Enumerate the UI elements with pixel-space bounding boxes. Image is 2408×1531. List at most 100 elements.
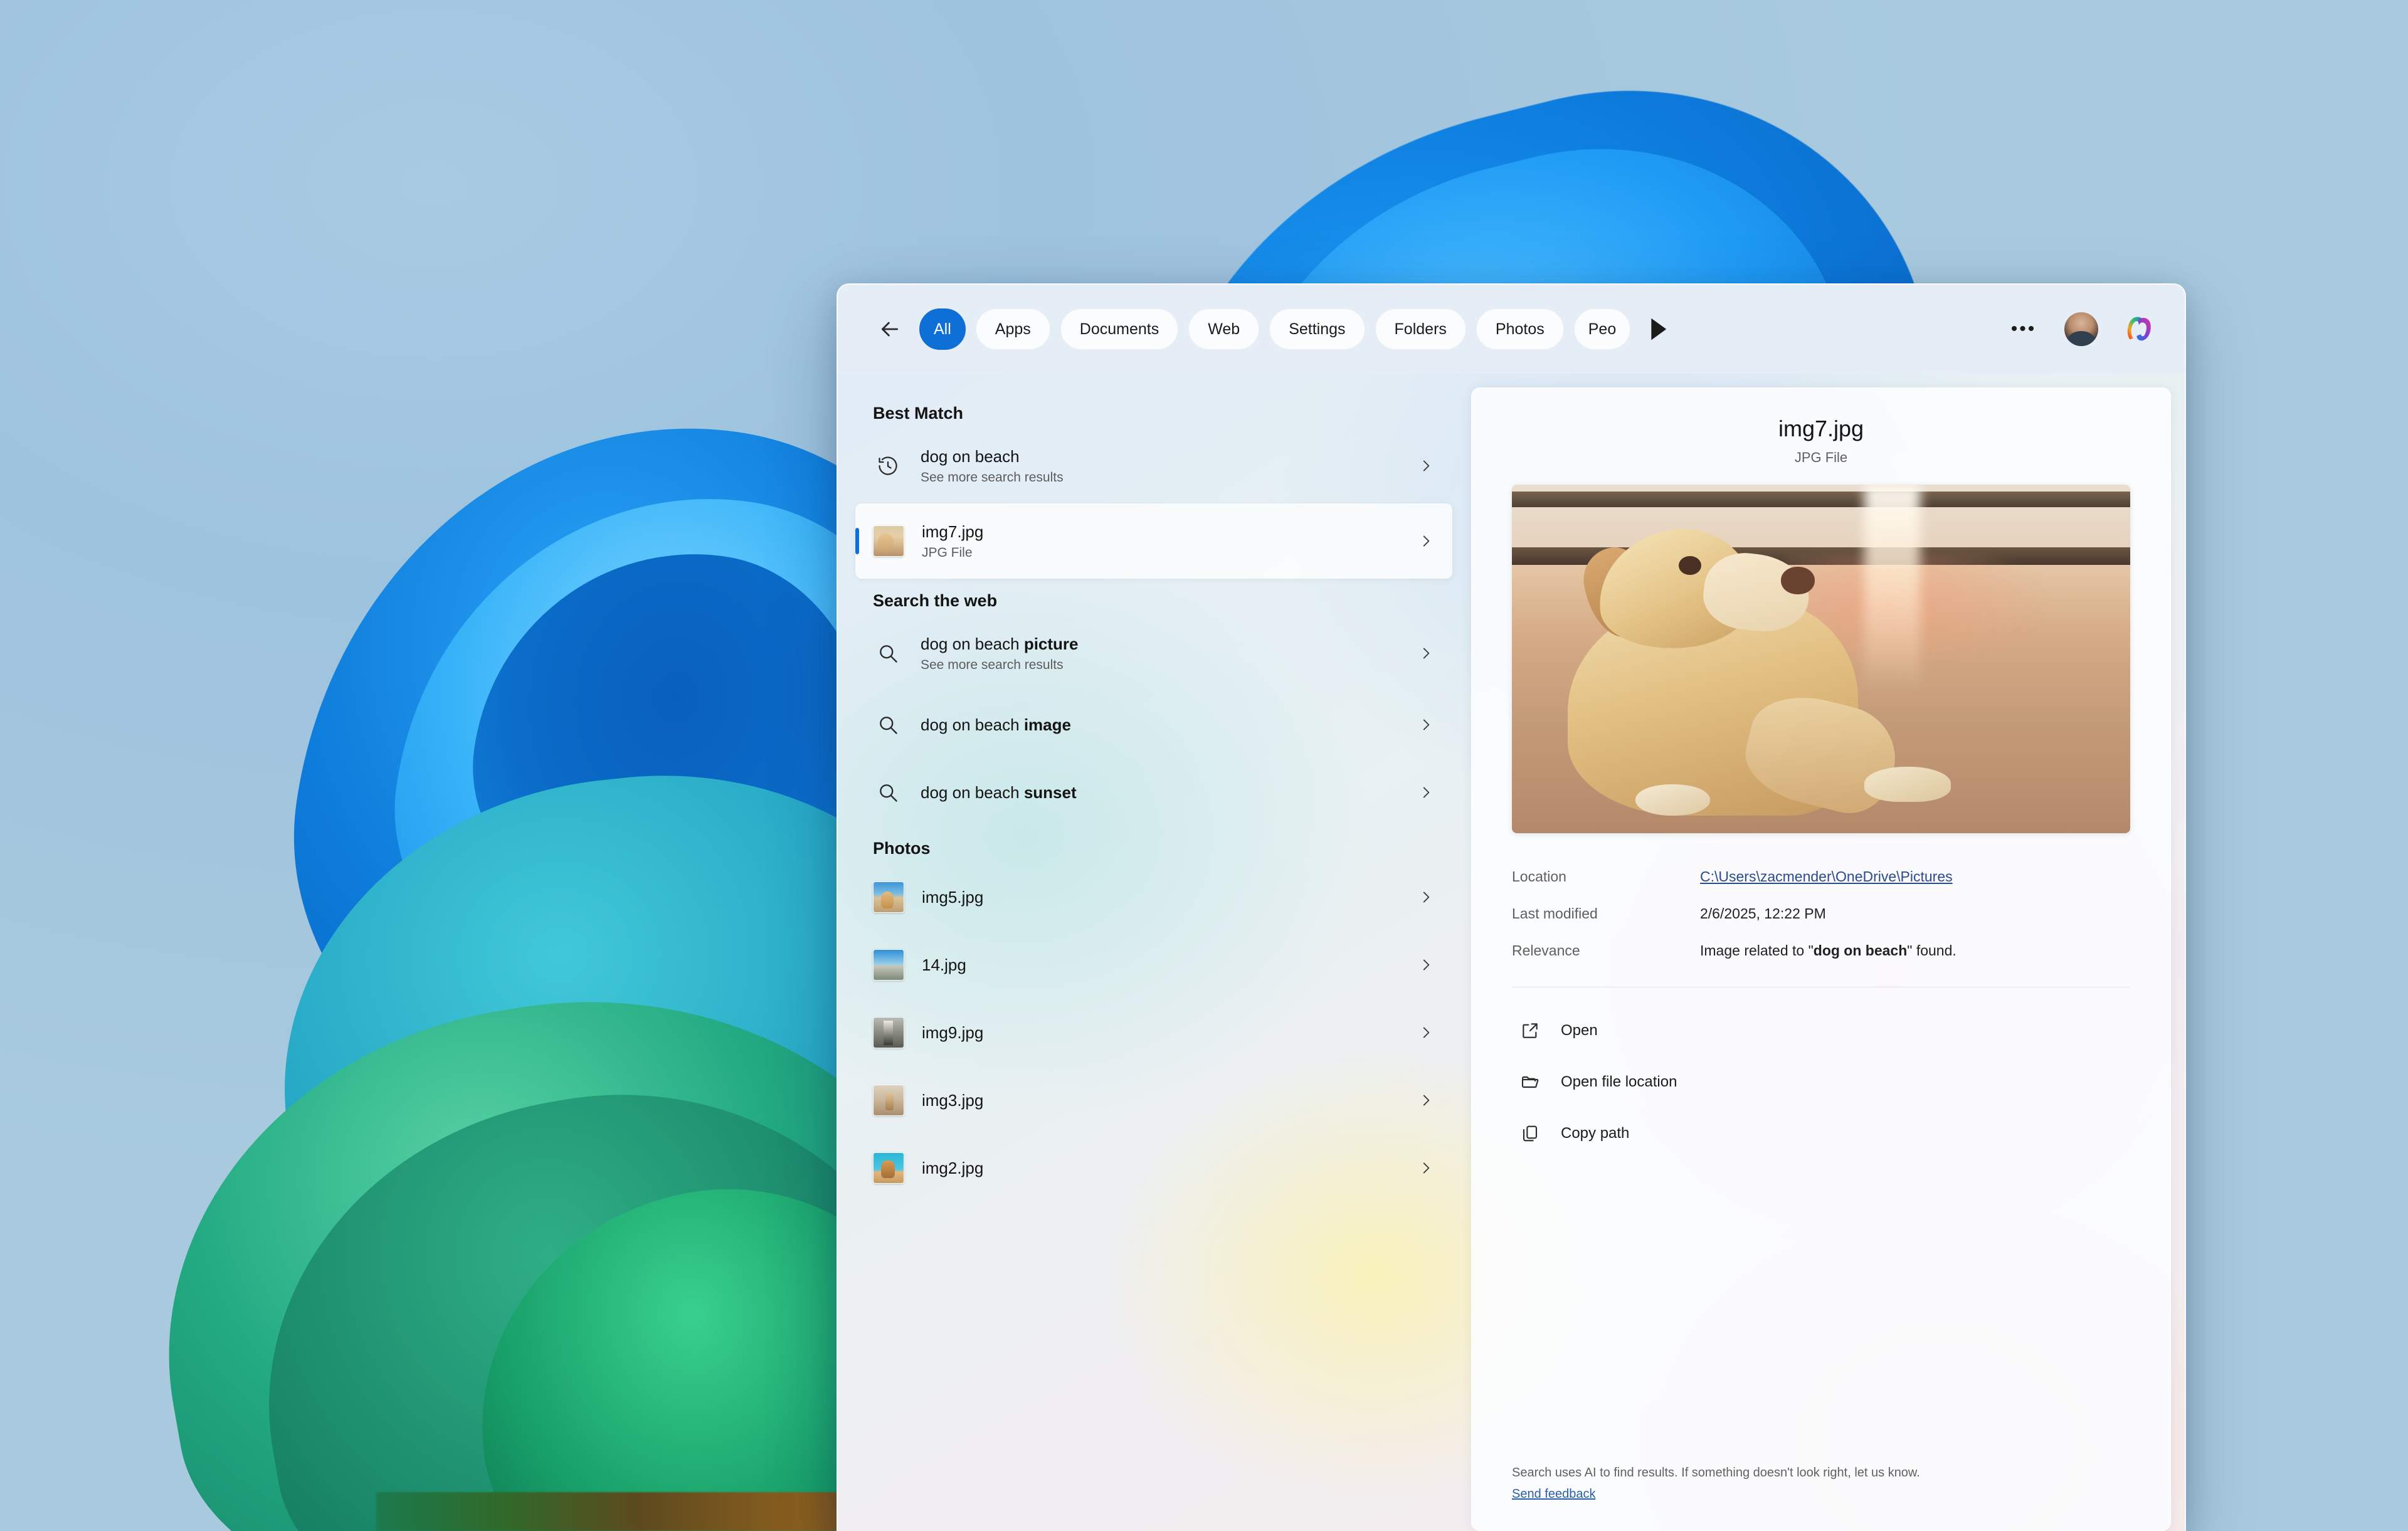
meta-label: Relevance (1512, 942, 1580, 959)
file-metadata: Location C:\Users\zacmender\OneDrive\Pic… (1512, 858, 2130, 969)
result-text: img9.jpg (922, 1023, 1413, 1043)
result-title: img9.jpg (922, 1023, 984, 1042)
photo-thumbnail (873, 525, 904, 557)
tab-documents[interactable]: Documents (1060, 308, 1179, 350)
meta-label: Last modified (1512, 905, 1598, 922)
open-button[interactable]: Open (1512, 1005, 2130, 1056)
photo-thumbnail (873, 1085, 904, 1116)
photo-thumbnail (873, 881, 904, 913)
result-title: img5.jpg (922, 887, 984, 907)
copilot-icon[interactable] (2121, 311, 2157, 347)
action-label: Open (1561, 1022, 1598, 1039)
result-row-14[interactable]: 14.jpg (855, 931, 1452, 999)
search-window: All Apps Documents Web Settings Folders … (837, 283, 2186, 1531)
result-row-img5[interactable]: img5.jpg (855, 863, 1452, 931)
preview-image (1512, 485, 2130, 833)
result-text: img7.jpg JPG File (922, 522, 1413, 560)
action-label: Copy path (1561, 1125, 1630, 1142)
open-external-icon (1516, 1021, 1545, 1041)
avatar[interactable] (2064, 312, 2098, 346)
tab-web[interactable]: Web (1188, 308, 1260, 350)
result-row-history-dog-on-beach[interactable]: dog on beach See more search results (855, 428, 1452, 503)
section-title-search-the-web: Search the web (873, 591, 998, 610)
tab-folders[interactable]: Folders (1375, 308, 1466, 350)
result-title: dog on beach (921, 447, 1020, 466)
preview-filetype: JPG File (1794, 450, 1848, 465)
copy-path-button[interactable]: Copy path (1512, 1108, 2130, 1159)
triangle-right-icon (1651, 318, 1667, 340)
result-subtitle: JPG File (922, 545, 973, 560)
result-text: img2.jpg (922, 1158, 1413, 1179)
photo-thumbnail (873, 1152, 904, 1184)
chevron-right-icon[interactable] (1413, 533, 1439, 549)
meta-value: Image related to "dog on beach" found. (1700, 942, 1956, 959)
ai-disclaimer-text: Search uses AI to find results. If somet… (1512, 1466, 1920, 1480)
desktop-wallpaper: All Apps Documents Web Settings Folders … (0, 0, 2408, 1531)
copy-icon (1516, 1123, 1545, 1144)
result-text: dog on beach picture See more search res… (921, 634, 1413, 673)
folder-open-icon (1516, 1072, 1545, 1092)
tab-people[interactable]: Peo (1573, 308, 1631, 350)
more-options-button[interactable]: ••• (2004, 310, 2043, 349)
result-title: img2.jpg (922, 1158, 984, 1177)
filter-bar: All Apps Documents Web Settings Folders … (838, 285, 2185, 374)
action-label: Open file location (1561, 1073, 1677, 1090)
preview-filename: img7.jpg (1778, 416, 1864, 441)
chevron-right-icon[interactable] (1413, 957, 1439, 973)
section-title-best-match: Best Match (873, 404, 964, 423)
result-text: dog on beach sunset (921, 782, 1413, 803)
result-subtitle: See more search results (921, 657, 1064, 672)
preview-footer: Search uses AI to find results. If somet… (1512, 1463, 2130, 1530)
result-row-img9[interactable]: img9.jpg (855, 999, 1452, 1066)
open-file-location-button[interactable]: Open file location (1512, 1056, 2130, 1108)
search-icon (873, 713, 903, 736)
chevron-right-icon[interactable] (1413, 717, 1439, 733)
chevron-right-icon[interactable] (1413, 889, 1439, 905)
result-row-web-sunset[interactable]: dog on beach sunset (855, 759, 1452, 826)
back-button[interactable] (870, 310, 909, 349)
search-icon (873, 781, 903, 804)
result-subtitle: See more search results (921, 470, 1064, 485)
result-row-img7[interactable]: img7.jpg JPG File (855, 503, 1452, 579)
chevron-right-icon[interactable] (1413, 458, 1439, 474)
tab-all[interactable]: All (919, 308, 966, 350)
result-title: dog on beach image (921, 715, 1071, 734)
result-title: img7.jpg (922, 522, 984, 542)
preview-spacer (1512, 1159, 2130, 1463)
chevron-right-icon[interactable] (1413, 1024, 1439, 1041)
tab-photos[interactable]: Photos (1476, 308, 1564, 350)
photo-thumbnail (873, 949, 904, 981)
actions-list: Open Open file location Copy path (1512, 991, 2130, 1159)
history-icon (873, 455, 903, 477)
chevron-right-icon[interactable] (1413, 1092, 1439, 1108)
result-title: dog on beach sunset (921, 782, 1077, 802)
wallpaper-petal-blue-left-core (451, 525, 904, 967)
result-text: dog on beach See more search results (921, 446, 1413, 485)
chevron-right-icon[interactable] (1413, 784, 1439, 801)
meta-value: 2/6/2025, 12:22 PM (1700, 905, 1826, 922)
result-row-web-image[interactable]: dog on beach image (855, 691, 1452, 759)
tab-settings[interactable]: Settings (1269, 308, 1365, 350)
section-title-photos: Photos (873, 839, 931, 858)
file-location-link[interactable]: C:\Users\zacmender\OneDrive\Pictures (1700, 868, 2130, 885)
results-list: Best Match dog on beach See more search … (838, 374, 1471, 1531)
result-row-img3[interactable]: img3.jpg (855, 1066, 1452, 1134)
chevron-right-icon[interactable] (1413, 645, 1439, 661)
meta-row-last-modified: Last modified 2/6/2025, 12:22 PM (1512, 895, 2130, 932)
result-text: img5.jpg (922, 887, 1413, 908)
result-title: dog on beach picture (921, 634, 1079, 654)
search-icon (873, 642, 903, 665)
tabs-scroll-right-button[interactable] (1640, 310, 1673, 349)
result-title: img3.jpg (922, 1090, 984, 1110)
result-text: img3.jpg (922, 1090, 1413, 1111)
tab-apps[interactable]: Apps (975, 308, 1050, 350)
window-body: Best Match dog on beach See more search … (838, 374, 2185, 1531)
result-row-img2[interactable]: img2.jpg (855, 1134, 1452, 1202)
photo-thumbnail (873, 1017, 904, 1048)
send-feedback-link[interactable]: Send feedback (1512, 1487, 1595, 1502)
result-row-web-picture[interactable]: dog on beach picture See more search res… (855, 616, 1452, 691)
chevron-right-icon[interactable] (1413, 1160, 1439, 1176)
copilot-glyph-icon (2127, 317, 2151, 341)
back-arrow-icon (881, 322, 899, 337)
meta-row-location: Location C:\Users\zacmender\OneDrive\Pic… (1512, 858, 2130, 895)
